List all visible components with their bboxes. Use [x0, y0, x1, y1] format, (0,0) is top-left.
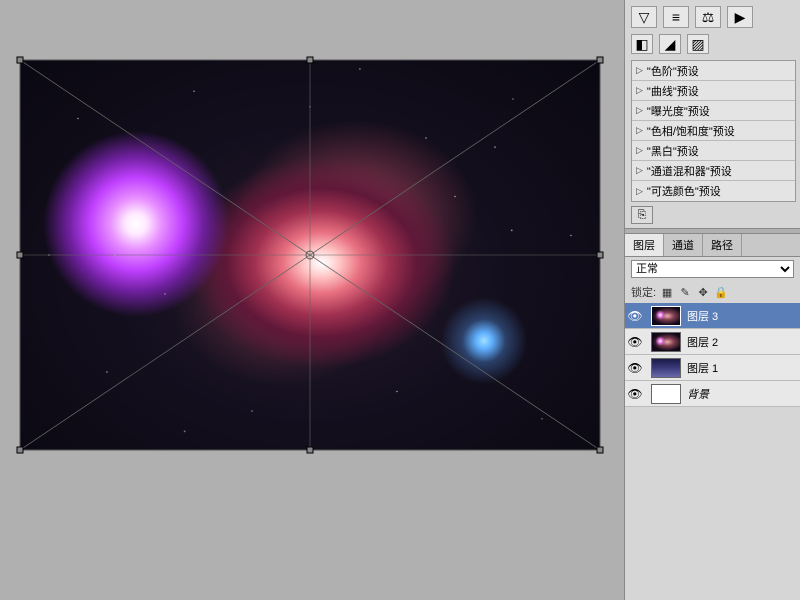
preset-bw[interactable]: ▷ "黑白"预设	[632, 141, 795, 161]
visibility-icon[interactable]: 👁	[625, 361, 645, 375]
lock-transparency-icon[interactable]: ▦	[660, 285, 674, 299]
adjustment-icon-2[interactable]: ⚖	[695, 6, 721, 28]
expand-icon: ▷	[636, 105, 643, 116]
lock-position-icon[interactable]: ✥	[696, 285, 710, 299]
preset-label: "可选颜色"预设	[647, 183, 721, 199]
adjustment-icon-0[interactable]: ▽	[631, 6, 657, 28]
adjustment-icon-5[interactable]: ◢	[659, 34, 681, 54]
transform-handle-n[interactable]	[307, 57, 314, 64]
tab-channels[interactable]: 通道	[664, 234, 703, 256]
visibility-icon[interactable]: 👁	[625, 309, 645, 323]
layer-name: 图层 3	[687, 308, 800, 324]
transform-handle-nw[interactable]	[17, 57, 24, 64]
tab-paths[interactable]: 路径	[703, 234, 742, 256]
canvas-container	[20, 60, 600, 450]
preset-label: "黑白"预设	[647, 143, 699, 159]
adjustment-icon-6[interactable]: ▨	[687, 34, 709, 54]
layer-thumbnail[interactable]	[651, 384, 681, 404]
preset-curves[interactable]: ▷ "曲线"预设	[632, 81, 795, 101]
workspace	[0, 0, 624, 600]
layer-thumbnail[interactable]	[651, 358, 681, 378]
preset-channel-mixer[interactable]: ▷ "通道混和器"预设	[632, 161, 795, 181]
expand-icon: ▷	[636, 65, 643, 76]
blend-mode-row: 正常	[625, 257, 800, 281]
preset-exposure[interactable]: ▷ "曝光度"预设	[632, 101, 795, 121]
layer-row-2[interactable]: 👁 图层 2	[625, 329, 800, 355]
new-adjustment-button[interactable]: ⎘	[631, 206, 653, 224]
adjustment-icons-row2: ◧ ◢ ▨	[631, 34, 796, 54]
adjustment-icon-3[interactable]: ▶	[727, 6, 753, 28]
lock-all-icon[interactable]: 🔒	[714, 285, 728, 299]
canvas[interactable]	[20, 60, 600, 450]
expand-icon: ▷	[636, 125, 643, 136]
lock-pixels-icon[interactable]: ✎	[678, 285, 692, 299]
transform-handle-sw[interactable]	[17, 447, 24, 454]
preset-label: "色阶"预设	[647, 63, 699, 79]
transform-handle-s[interactable]	[307, 447, 314, 454]
preset-selective-color[interactable]: ▷ "可选颜色"预设	[632, 181, 795, 201]
right-panel: ▽ ≡ ⚖ ▶ ◧ ◢ ▨ ▷ "色阶"预设 ▷ "曲线"预设 ▷ "曝光度"预设 ▷…	[624, 0, 800, 600]
blend-mode-select[interactable]: 正常	[631, 260, 794, 278]
layer-name: 图层 2	[687, 334, 800, 350]
tab-layers[interactable]: 图层	[625, 234, 664, 256]
preset-label: "曝光度"预设	[647, 103, 710, 119]
adjustment-icon-4[interactable]: ◧	[631, 34, 653, 54]
layer-row-background[interactable]: 👁 背景	[625, 381, 800, 407]
layer-name: 图层 1	[687, 360, 800, 376]
preset-hue-sat[interactable]: ▷ "色相/饱和度"预设	[632, 121, 795, 141]
visibility-icon[interactable]: 👁	[625, 335, 645, 349]
preset-levels[interactable]: ▷ "色阶"预设	[632, 61, 795, 81]
expand-icon: ▷	[636, 145, 643, 156]
panel-tabs: 图层 通道 路径	[625, 234, 800, 257]
layer-thumbnail[interactable]	[651, 332, 681, 352]
transform-handle-w[interactable]	[17, 252, 24, 259]
transform-handle-e[interactable]	[597, 252, 604, 259]
preset-label: "通道混和器"预设	[647, 163, 732, 179]
presets-list: ▷ "色阶"预设 ▷ "曲线"预设 ▷ "曝光度"预设 ▷ "色相/饱和度"预设 ▷ "黑…	[631, 60, 796, 202]
lock-row: 锁定: ▦ ✎ ✥ 🔒	[625, 281, 800, 303]
layer-row-3[interactable]: 👁 图层 3	[625, 303, 800, 329]
layer-thumbnail[interactable]	[651, 306, 681, 326]
layer-list: 👁 图层 3 👁 图层 2 👁 图层 1 👁 背景	[625, 303, 800, 407]
expand-icon: ▷	[636, 85, 643, 96]
expand-icon: ▷	[636, 186, 643, 197]
starfield	[20, 60, 600, 450]
adjustment-icons-row1: ▽ ≡ ⚖ ▶	[631, 6, 796, 28]
adjustment-icon-1[interactable]: ≡	[663, 6, 689, 28]
presets-footer: ⎘	[625, 202, 800, 228]
transform-handle-ne[interactable]	[597, 57, 604, 64]
visibility-icon[interactable]: 👁	[625, 387, 645, 401]
layer-row-1[interactable]: 👁 图层 1	[625, 355, 800, 381]
expand-icon: ▷	[636, 165, 643, 176]
preset-label: "色相/饱和度"预设	[647, 123, 735, 139]
layer-name: 背景	[687, 386, 800, 402]
transform-handle-se[interactable]	[597, 447, 604, 454]
lock-label: 锁定:	[631, 284, 656, 300]
preset-label: "曲线"预设	[647, 83, 699, 99]
